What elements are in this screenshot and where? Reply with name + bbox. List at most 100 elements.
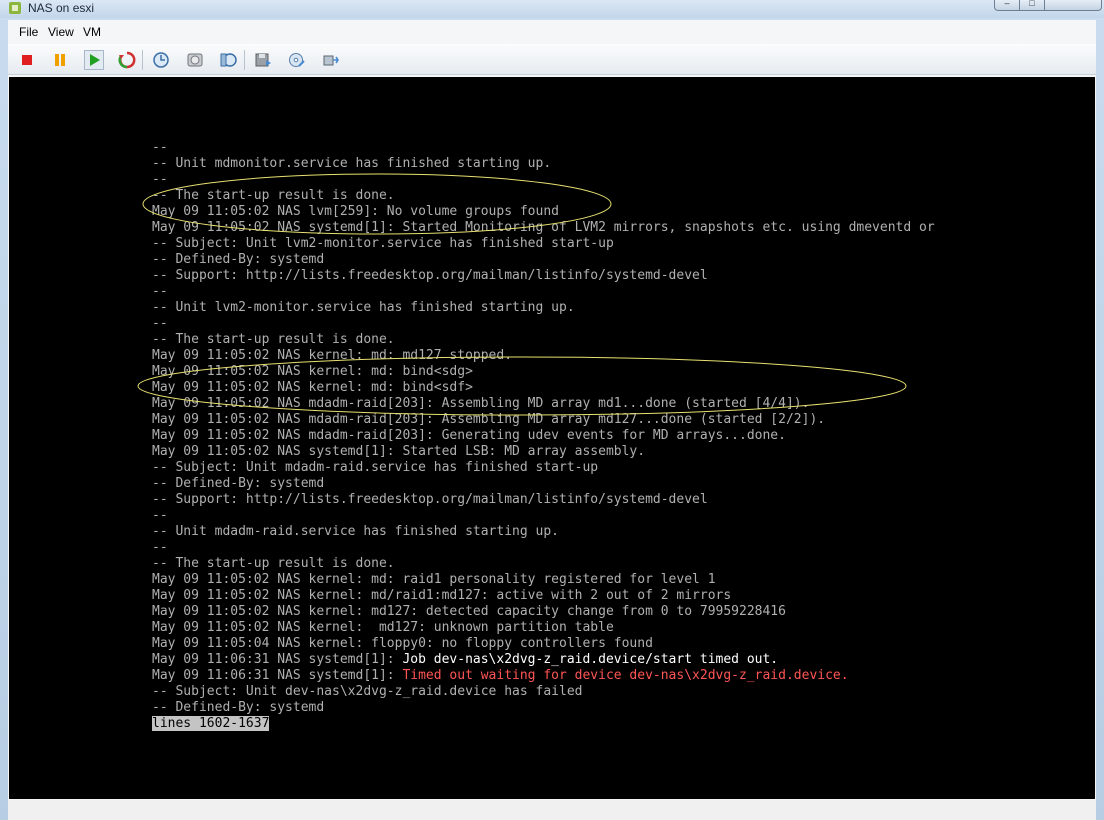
terminal-line-text: May 09 11:05:02 NAS kernel: md127: unkno… [152,620,614,635]
terminal-line: -- The start-up result is done. [152,556,935,572]
terminal-line: May 09 11:06:31 NAS systemd[1]: Job dev-… [152,652,935,668]
menu-file[interactable]: File [19,25,38,39]
terminal-line-text: Timed out waiting for device dev-nas\x2d… [402,668,849,683]
terminal-line-text: May 09 11:05:02 NAS mdadm-raid[203]: Gen… [152,428,786,443]
terminal-line: -- Defined-By: systemd [152,476,935,492]
terminal-line: -- [152,540,935,556]
terminal-line: May 09 11:05:02 NAS mdadm-raid[203]: Ass… [152,412,935,428]
status-bar [8,800,1096,820]
pager-status-line: lines 1602-1637 [152,716,935,732]
terminal-line: May 09 11:05:02 NAS kernel: md127: detec… [152,604,935,620]
terminal-line-text: -- Subject: Unit dev-nas\x2dvg-z_raid.de… [152,684,583,699]
terminal-line-text: -- Defined-By: systemd [152,476,325,491]
minimize-button[interactable]: ‒ [994,0,1020,11]
network-adapter-icon [323,55,339,66]
terminal-line: May 09 11:05:02 NAS lvm[259]: No volume … [152,204,935,220]
menu-vm[interactable]: VM [83,25,101,39]
terminal-line: -- Unit mdadm-raid.service has finished … [152,524,935,540]
terminal-line: -- Subject: Unit mdadm-raid.service has … [152,460,935,476]
terminal-line-text: -- The start-up result is done. [152,332,395,347]
terminal-line-text: May 09 11:05:02 NAS systemd[1]: Started … [152,220,935,235]
terminal-line-text: -- [152,140,168,155]
terminal-line: -- Subject: Unit lvm2-monitor.service ha… [152,236,935,252]
cd-dvd-icon [289,53,305,67]
terminal-line-text: May 09 11:05:02 NAS kernel: md: raid1 pe… [152,572,716,587]
terminal-line-text: May 09 11:05:02 NAS kernel: md/raid1:md1… [152,588,732,603]
terminal-line: May 09 11:05:02 NAS systemd[1]: Started … [152,444,935,460]
terminal-line: -- Subject: Unit dev-nas\x2dvg-z_raid.de… [152,684,935,700]
terminal-line-text: -- Unit mdadm-raid.service has finished … [152,524,559,539]
window-title: NAS on esxi [28,1,95,15]
terminal-line-prefix: May 09 11:06:31 NAS systemd[1]: [152,668,403,683]
terminal-line: May 09 11:05:02 NAS kernel: md127: unkno… [152,620,935,636]
client-area: File View VM -- -- Unit mdmonitor.servic… [8,20,1096,820]
terminal-line-text: May 09 11:05:02 NAS kernel: md: bind<sdg… [152,364,473,379]
revert-snapshot-button[interactable] [185,50,205,70]
stop-icon [22,55,32,65]
terminal-line-text: Job dev-nas\x2dvg-z_raid.device/start ti… [402,652,779,667]
terminal-line-text: -- [152,316,168,331]
maximize-icon: □ [1029,0,1035,8]
minimize-icon: ‒ [1004,0,1010,8]
close-button[interactable] [1044,0,1102,11]
terminal-line-text: May 09 11:05:02 NAS mdadm-raid[203]: Ass… [152,396,810,411]
revert-snapshot-icon [187,53,203,67]
terminal-line-text: -- Support: http://lists.freedesktop.org… [152,268,708,283]
menu-bar: File View VM [8,20,1096,44]
title-bar[interactable]: NAS on esxi ‒ □ [0,0,1104,18]
terminal-line-text: -- Defined-By: systemd [152,252,325,267]
cd-dvd-button[interactable] [287,50,307,70]
terminal-line-text: May 09 11:05:02 NAS kernel: md127: detec… [152,604,786,619]
terminal-line-text: -- The start-up result is done. [152,556,395,571]
terminal-line-text: -- [152,508,168,523]
terminal-line: May 09 11:05:02 NAS mdadm-raid[203]: Gen… [152,428,935,444]
network-adapter-button[interactable] [321,50,341,70]
terminal-line: -- Support: http://lists.freedesktop.org… [152,492,935,508]
toolbar-separator [142,50,143,70]
terminal-line-text: -- Subject: Unit mdadm-raid.service has … [152,460,599,475]
floppy-button[interactable] [253,50,273,70]
terminal-line: -- [152,284,935,300]
terminal-line: -- Unit lvm2-monitor.service has finishe… [152,300,935,316]
terminal-line-text: -- [152,284,168,299]
terminal-line-text: May 09 11:05:02 NAS systemd[1]: Started … [152,444,646,459]
terminal-line: May 09 11:05:02 NAS kernel: md/raid1:md1… [152,588,935,604]
terminal-line-prefix: May 09 11:06:31 NAS systemd[1]: [152,652,403,667]
reset-button[interactable] [117,50,137,70]
snapshot-manager-icon [220,53,237,67]
snapshot-manager-button[interactable] [219,50,239,70]
terminal-line-text: -- The start-up result is done. [152,188,395,203]
power-on-button[interactable] [84,50,104,70]
suspend-button[interactable] [50,50,70,70]
terminal-line: -- Defined-By: systemd [152,252,935,268]
terminal-line: -- [152,316,935,332]
terminal-line-text: -- Unit lvm2-monitor.service has finishe… [152,300,575,315]
take-snapshot-button[interactable] [151,50,171,70]
terminal-line: May 09 11:05:02 NAS kernel: md: md127 st… [152,348,935,364]
snapshot-icon [153,52,169,68]
maximize-button[interactable]: □ [1019,0,1045,11]
terminal-line-text: -- Defined-By: systemd [152,700,325,715]
pause-icon [55,54,65,66]
terminal-output: -- -- Unit mdmonitor.service has finished… [152,140,935,732]
terminal-line-text: May 09 11:05:02 NAS kernel: md: md127 st… [152,348,513,363]
terminal-line-text: -- [152,540,168,555]
terminal-line-text: May 09 11:05:04 NAS kernel: floppy0: no … [152,636,653,651]
terminal-line: May 09 11:05:02 NAS kernel: md: bind<sdf… [152,380,935,396]
vm-console-window: NAS on esxi ‒ □ File View VM -- -- Unit … [0,0,1104,820]
vm-console-screen[interactable]: -- -- Unit mdmonitor.service has finished… [9,77,1095,799]
terminal-line: -- Support: http://lists.freedesktop.org… [152,268,935,284]
terminal-line: -- The start-up result is done. [152,188,935,204]
floppy-icon [255,53,271,67]
terminal-line: -- [152,140,935,156]
power-off-button[interactable] [17,50,37,70]
terminal-line-text: May 09 11:05:02 NAS lvm[259]: No volume … [152,204,559,219]
terminal-line: -- [152,172,935,188]
terminal-line: May 09 11:06:31 NAS systemd[1]: Timed ou… [152,668,935,684]
terminal-line-text: -- Support: http://lists.freedesktop.org… [152,492,708,507]
menu-view[interactable]: View [48,25,74,39]
terminal-line: May 09 11:05:02 NAS systemd[1]: Started … [152,220,935,236]
terminal-line-text: -- Unit mdmonitor.service has finished s… [152,156,552,171]
toolbar-separator [244,50,245,70]
terminal-line-text: -- [152,172,168,187]
